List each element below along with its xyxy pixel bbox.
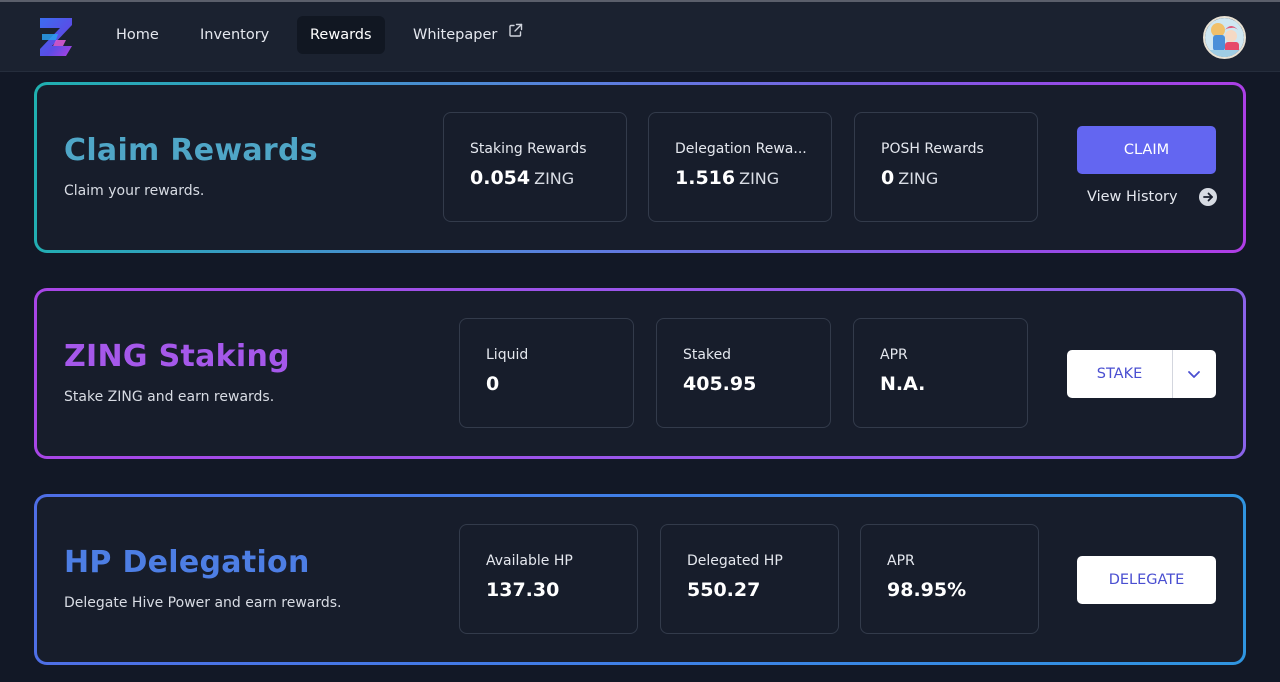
stat-number: 1.516 (675, 167, 736, 189)
stat-value: 0 (486, 373, 500, 395)
delegation-apr-card: APR 98.95% (860, 524, 1039, 634)
delegate-button[interactable]: DELEGATE (1077, 556, 1216, 604)
stat-value: 405.95 (683, 373, 757, 395)
stat-label: APR (887, 553, 915, 569)
top-navbar: Home Inventory Rewards Whitepaper (0, 2, 1280, 72)
claim-rewards-title: Claim Rewards (64, 133, 318, 168)
stat-unit: ZING (534, 169, 575, 188)
liquid-card: Liquid 0 (459, 318, 634, 428)
view-history-label: View History (1087, 189, 1178, 205)
hp-delegation-title: HP Delegation (64, 545, 310, 580)
stake-options-dropdown[interactable] (1173, 350, 1216, 398)
claim-rewards-panel: Claim Rewards Claim your rewards. Stakin… (34, 82, 1246, 253)
nav-home[interactable]: Home (103, 16, 172, 54)
view-history-link[interactable]: View History (1087, 185, 1217, 209)
stat-number: 0 (881, 167, 895, 189)
available-hp-card: Available HP 137.30 (459, 524, 638, 634)
delegated-hp-card: Delegated HP 550.27 (660, 524, 839, 634)
stat-label: Delegation Rewa... (675, 141, 807, 157)
stat-value: 98.95% (887, 579, 967, 601)
stat-label: APR (880, 347, 908, 363)
staked-card: Staked 405.95 (656, 318, 831, 428)
user-avatar[interactable] (1203, 16, 1246, 59)
claim-button[interactable]: CLAIM (1077, 126, 1216, 174)
stat-value: 137.30 (486, 579, 560, 601)
stat-value: N.A. (880, 373, 926, 395)
nav-whitepaper-label: Whitepaper (413, 27, 498, 43)
delegation-rewards-card: Delegation Rewa... 1.516 ZING (648, 112, 832, 222)
nav-rewards[interactable]: Rewards (297, 16, 385, 54)
app-logo-icon[interactable] (36, 16, 76, 58)
stat-label: Available HP (486, 553, 573, 569)
stat-value: 550.27 (687, 579, 761, 601)
stat-label: Staked (683, 347, 732, 363)
stake-button[interactable]: STAKE (1067, 350, 1172, 398)
stake-button-group: STAKE (1067, 350, 1216, 398)
stat-value: 0 ZING (881, 167, 1037, 189)
arrow-right-circle-icon (1199, 188, 1217, 206)
stat-value: 1.516 ZING (675, 167, 831, 189)
stat-label: Liquid (486, 347, 529, 363)
staking-apr-card: APR N.A. (853, 318, 1028, 428)
stat-unit: ZING (739, 169, 780, 188)
posh-rewards-card: POSH Rewards 0 ZING (854, 112, 1038, 222)
chevron-down-icon (1186, 366, 1202, 386)
zing-staking-title: ZING Staking (64, 339, 290, 374)
stat-label: Staking Rewards (470, 141, 587, 157)
staking-rewards-card: Staking Rewards 0.054 ZING (443, 112, 627, 222)
stat-label: POSH Rewards (881, 141, 984, 157)
stat-value: 0.054 ZING (470, 167, 626, 189)
nav-inventory[interactable]: Inventory (187, 16, 282, 54)
zing-staking-panel: ZING Staking Stake ZING and earn rewards… (34, 288, 1246, 459)
zing-staking-subtitle: Stake ZING and earn rewards. (64, 389, 275, 405)
stat-unit: ZING (898, 169, 939, 188)
hp-delegation-subtitle: Delegate Hive Power and earn rewards. (64, 595, 342, 611)
stat-number: 0.054 (470, 167, 531, 189)
external-link-icon (508, 15, 523, 53)
stat-label: Delegated HP (687, 553, 783, 569)
claim-rewards-subtitle: Claim your rewards. (64, 183, 205, 199)
hp-delegation-panel: HP Delegation Delegate Hive Power and ea… (34, 494, 1246, 665)
nav-whitepaper[interactable]: Whitepaper (400, 16, 536, 54)
